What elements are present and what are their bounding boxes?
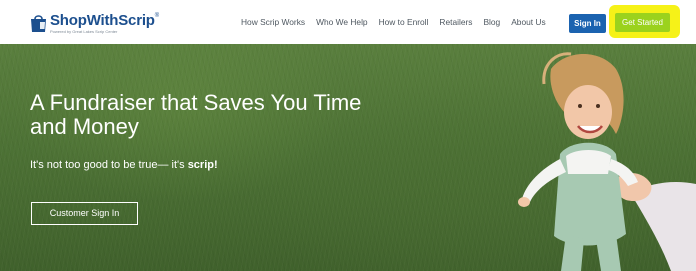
main-nav: How Scrip Works Who We Help How to Enrol…	[241, 17, 557, 27]
nav-how-to-enroll[interactable]: How to Enroll	[379, 17, 429, 27]
nav-how-scrip-works[interactable]: How Scrip Works	[241, 17, 305, 27]
logo-trademark: ®	[154, 13, 159, 19]
nav-retailers[interactable]: Retailers	[439, 17, 472, 27]
logo-tagline: Powered by Great Lakes Scrip Center	[50, 29, 118, 34]
site-header: ShopWithScrip® Powered by Great Lakes Sc…	[0, 0, 696, 44]
sign-in-button[interactable]: Sign In	[569, 14, 606, 33]
customer-sign-in-button[interactable]: Customer Sign In	[31, 202, 138, 225]
nav-blog[interactable]: Blog	[483, 17, 500, 27]
subline-emphasis: scrip!	[187, 159, 218, 171]
shopwithscrip-logo[interactable]: ShopWithScrip® Powered by Great Lakes Sc…	[30, 13, 159, 34]
hero-headline: A Fundraiser that Saves You Time and Mon…	[30, 90, 362, 139]
nav-about-us[interactable]: About Us	[511, 17, 545, 27]
hero-subline: It's not too good to be true— it's scrip…	[30, 159, 218, 171]
hero-child-photo	[518, 52, 696, 271]
shopping-bag-icon	[30, 13, 47, 33]
get-started-button[interactable]: Get Started	[615, 13, 670, 32]
logo-name: ShopWithScrip	[50, 12, 155, 29]
nav-who-we-help[interactable]: Who We Help	[316, 17, 368, 27]
subline-text: It's not too good to be true— it's	[30, 159, 188, 171]
hero-banner: A Fundraiser that Saves You Time and Mon…	[0, 44, 696, 271]
